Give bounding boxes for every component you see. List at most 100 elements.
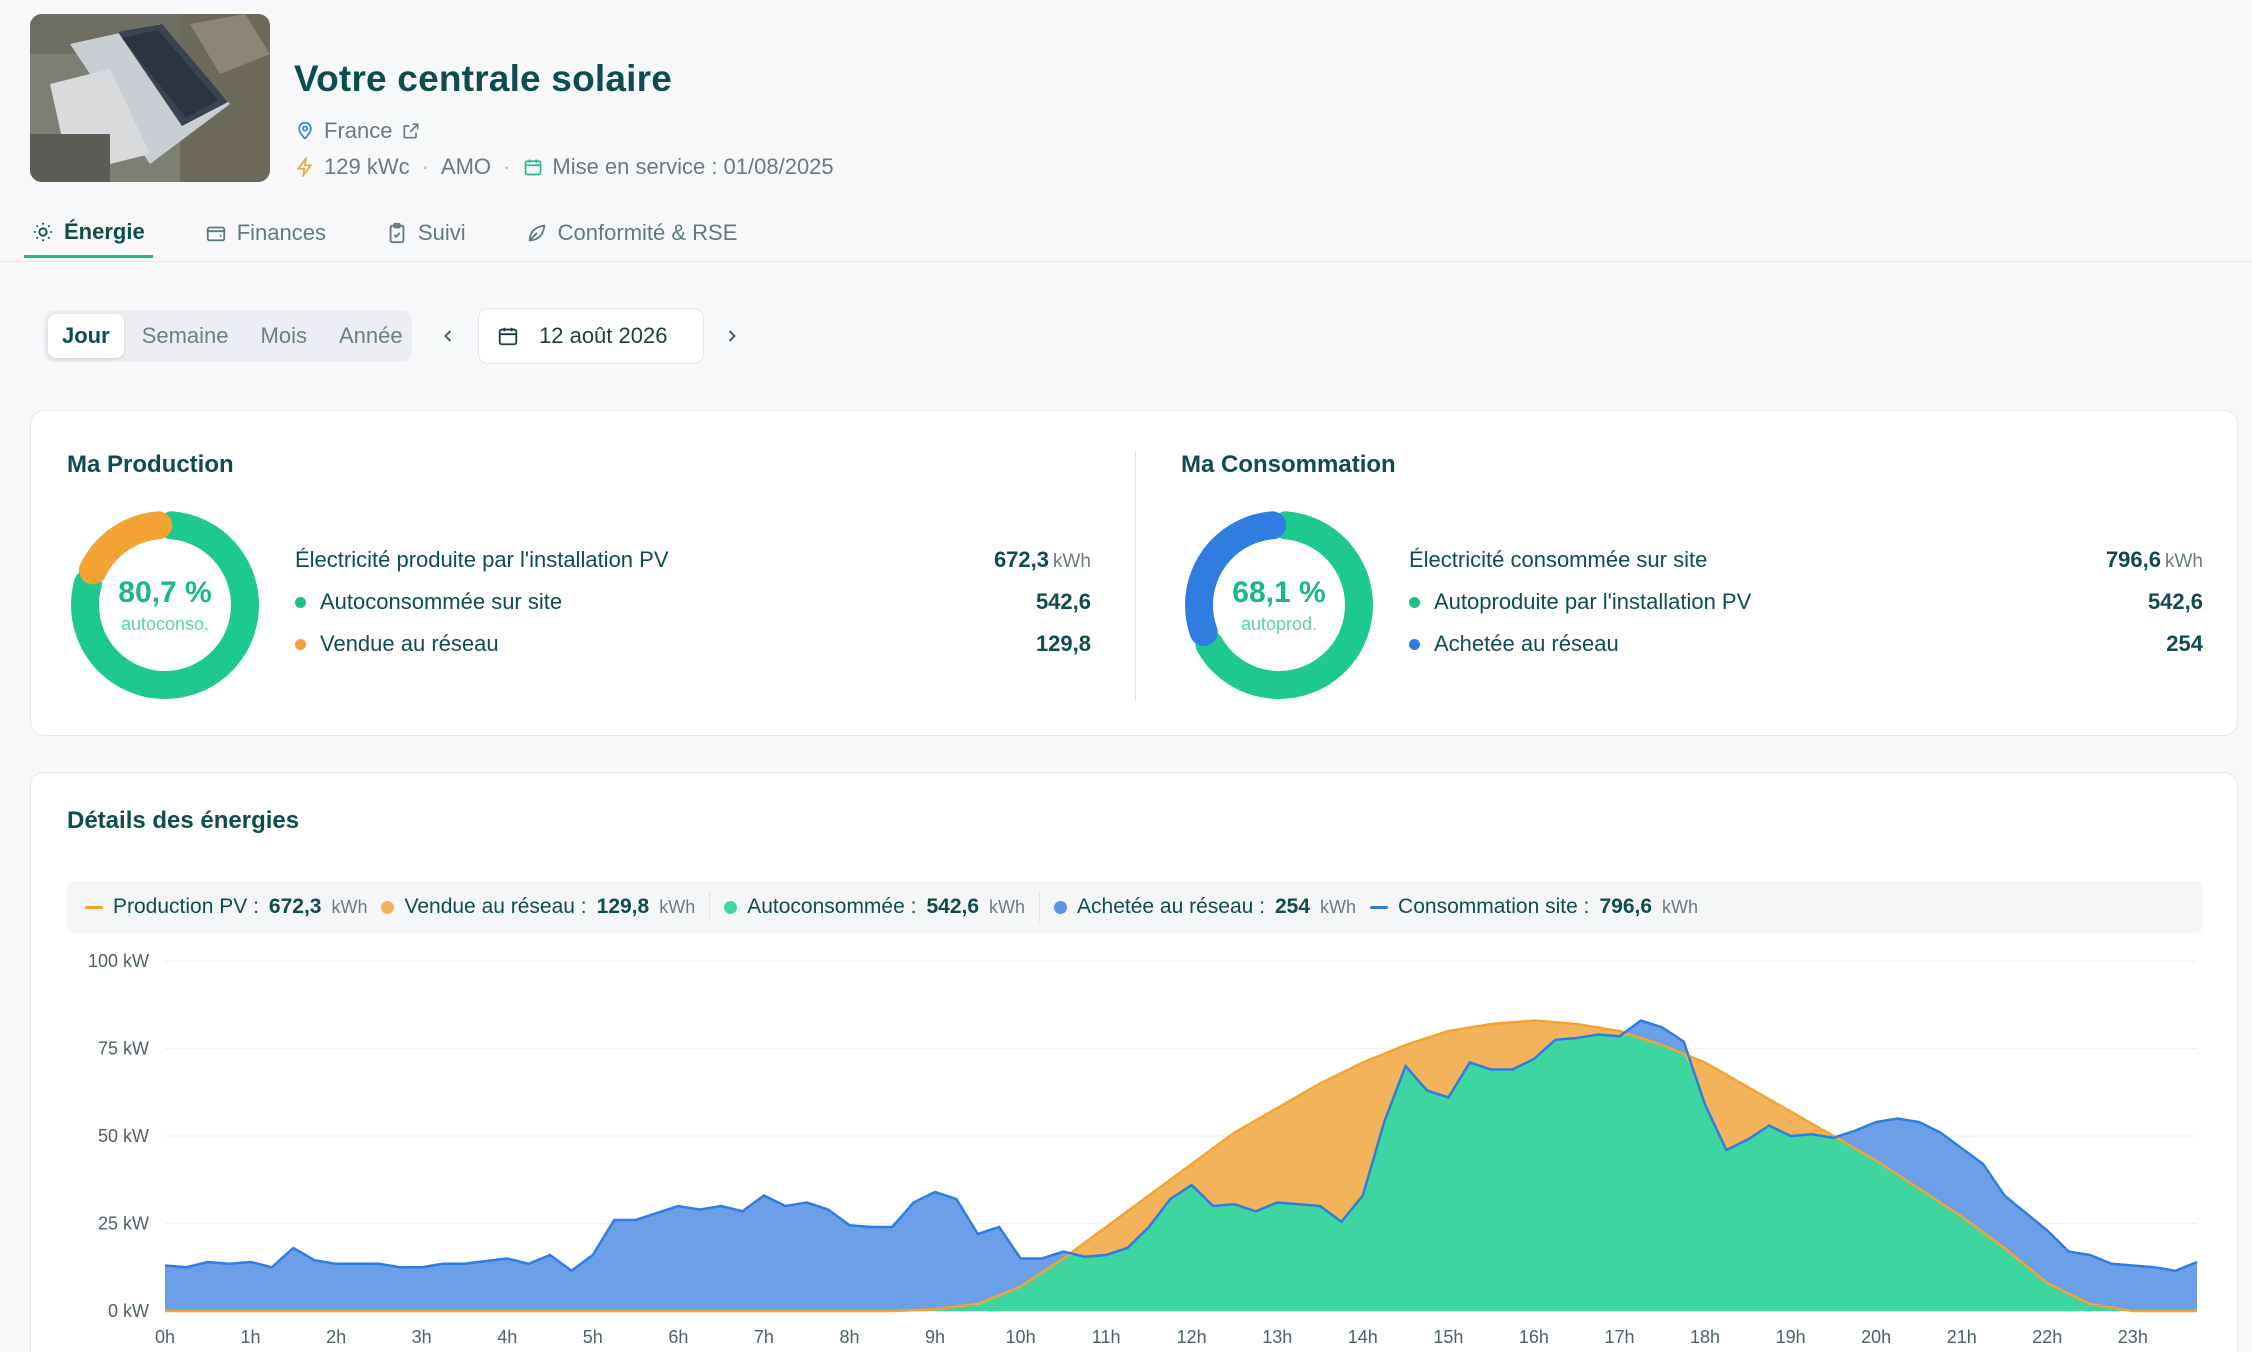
specs-row: 129 kWc · AMO · Mise en service : 01/08/…	[294, 154, 834, 180]
legend-item-autoconsommee[interactable]: Autoconsommée : 542,6 kWh	[724, 895, 1039, 919]
x-tick-label: 18h	[1690, 1327, 1720, 1347]
x-tick-label: 7h	[754, 1327, 774, 1347]
legend-separator	[1039, 892, 1041, 922]
y-tick-label: 75 kW	[98, 1039, 149, 1059]
x-tick-label: 19h	[1776, 1327, 1806, 1347]
tab-finances[interactable]: Finances	[197, 208, 334, 258]
consumption-row-achetee: Achetée au réseau	[1409, 631, 1619, 657]
commissioning-date: Mise en service : 01/08/2025	[552, 154, 834, 179]
location-link[interactable]: France	[324, 118, 392, 144]
consumption-row-autoprod-value: 542,6	[2147, 589, 2203, 614]
legend-label: Production PV :	[113, 895, 259, 918]
legend-value: 129,8	[596, 895, 650, 918]
production-row-autoconso-value: 542,6	[1035, 589, 1091, 614]
map-pin-icon	[294, 120, 316, 142]
tab-label: Finances	[236, 220, 326, 245]
legend-value: 254	[1275, 895, 1311, 918]
tab-energie[interactable]: Énergie	[24, 208, 153, 258]
role-label: AMO	[440, 154, 492, 179]
production-total-number: 672,3	[993, 547, 1049, 572]
y-tick-label: 0 kW	[108, 1301, 149, 1321]
x-tick-label: 15h	[1433, 1327, 1463, 1347]
production-total-row: Électricité produite par l'installation …	[295, 547, 669, 573]
consumption-total-label: Électricité consommée sur site	[1409, 547, 1708, 572]
wallet-icon	[205, 222, 227, 244]
previous-date-button[interactable]	[430, 318, 466, 354]
x-tick-label: 21h	[1947, 1327, 1977, 1347]
row-label: Autoconsommée sur site	[320, 589, 563, 614]
production-row-vendue: Vendue au réseau	[295, 631, 499, 657]
site-header: Votre centrale solaire France 129 kWc · …	[0, 0, 2252, 262]
legend-unit: kWh	[1320, 896, 1357, 917]
production-total-label: Électricité produite par l'installation …	[295, 547, 669, 572]
y-tick-label: 100 kW	[88, 951, 149, 971]
line-swatch	[1370, 905, 1389, 909]
tab-suivi[interactable]: Suivi	[378, 208, 474, 258]
location-row: France	[294, 118, 422, 144]
consumption-total-value: 796,6 kWh	[2106, 547, 2203, 573]
legend-unit: kWh	[1662, 896, 1699, 917]
y-tick-label: 50 kW	[98, 1126, 149, 1146]
dot-swatch	[724, 900, 738, 914]
tab-conformite-rse[interactable]: Conformité & RSE	[518, 208, 746, 258]
production-title: Ma Production	[67, 451, 234, 478]
leaf-icon	[526, 222, 548, 244]
legend-value: 672,3	[268, 895, 322, 918]
lightning-icon	[294, 156, 316, 178]
period-mois[interactable]: Mois	[247, 314, 321, 358]
main-tabs: Énergie Finances Suivi Conformité & RSE	[24, 208, 789, 262]
next-date-button[interactable]	[714, 318, 750, 354]
period-annee[interactable]: Année	[325, 314, 417, 358]
power-value: 129 kWc	[324, 154, 410, 179]
period-selector: Jour Semaine Mois Année	[44, 310, 412, 362]
green-dot	[1409, 596, 1420, 608]
x-tick-label: 4h	[497, 1327, 517, 1347]
green-dot	[295, 596, 306, 608]
details-title: Détails des énergies	[67, 807, 300, 834]
dot-swatch	[381, 900, 395, 914]
chevron-left-icon	[444, 330, 452, 342]
period-jour[interactable]: Jour	[48, 314, 124, 358]
summary-divider	[1135, 451, 1136, 701]
production-total-unit: kWh	[1053, 551, 1091, 572]
date-picker[interactable]: 12 août 2026	[478, 308, 704, 364]
line-swatch	[85, 905, 103, 909]
legend-item-achetee[interactable]: Achetée au réseau : 254 kWh	[1054, 895, 1370, 919]
consumption-total-row: Électricité consommée sur site	[1409, 547, 1707, 573]
energy-area-chart[interactable]: 0 kW 25 kW 50 kW 75 kW 100 kW 0h 1h 2h 3h 4h 5h 6h 7…	[31, 943, 2239, 1352]
x-tick-label: 1h	[241, 1327, 261, 1347]
x-tick-label: 11h	[1092, 1327, 1121, 1347]
legend-unit: kWh	[331, 896, 368, 917]
summary-card: Ma Production 80,7 % autoconso. Électric…	[30, 410, 2238, 736]
x-tick-label: 12h	[1177, 1327, 1207, 1347]
legend-label: Consommation site :	[1398, 895, 1590, 918]
legend-item-production-pv[interactable]: Production PV : 672,3 kWh	[85, 895, 381, 919]
legend-separator	[709, 892, 711, 922]
legend-value: 796,6	[1599, 895, 1653, 918]
x-tick-label: 22h	[2032, 1327, 2062, 1347]
site-photo	[30, 14, 270, 182]
external-link-icon[interactable]	[400, 120, 422, 142]
dot-swatch	[1054, 900, 1068, 914]
chevron-right-icon	[728, 330, 736, 342]
legend-item-vendue[interactable]: Vendue au réseau : 129,8 kWh	[381, 895, 709, 919]
period-semaine[interactable]: Semaine	[128, 314, 243, 358]
production-total-value: 672,3 kWh	[994, 547, 1091, 573]
x-tick-label: 13h	[1262, 1327, 1292, 1347]
x-tick-label: 14h	[1348, 1327, 1378, 1347]
x-tick-label: 3h	[412, 1327, 432, 1347]
legend-label: Achetée au réseau :	[1077, 895, 1265, 918]
consumption-title: Ma Consommation	[1181, 451, 1396, 478]
x-tick-label: 6h	[668, 1327, 688, 1347]
clipboard-check-icon	[386, 222, 408, 244]
tab-label: Conformité & RSE	[557, 220, 738, 245]
legend-unit: kWh	[659, 896, 696, 917]
x-tick-label: 23h	[2118, 1327, 2148, 1347]
consumption-donut: 68,1 % autoprod.	[1181, 507, 1377, 703]
legend-item-consommation-site[interactable]: Consommation site : 796,6 kWh	[1370, 895, 1712, 919]
consumption-total-number: 796,6	[2105, 547, 2161, 572]
x-tick-label: 8h	[839, 1327, 859, 1347]
orange-dot	[295, 638, 306, 650]
tab-label: Énergie	[64, 218, 145, 244]
legend-label: Vendue au réseau :	[404, 895, 587, 918]
